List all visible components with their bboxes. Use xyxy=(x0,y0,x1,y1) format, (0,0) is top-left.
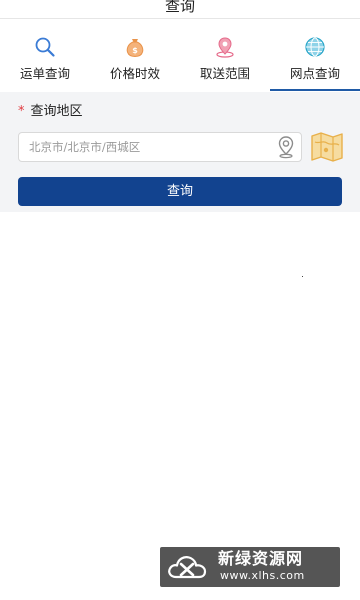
region-label-row: * 查询地区 xyxy=(18,102,83,122)
tab-label: 取送范围 xyxy=(199,66,250,81)
watermark-banner: 新绿资源网 www.xlhs.com xyxy=(160,547,340,587)
tab-label: 价格时效 xyxy=(109,66,160,81)
tab-label: 运单查询 xyxy=(19,66,70,81)
tab-pickup-range[interactable]: 取送范围 xyxy=(180,19,270,91)
tab-price-time[interactable]: $ 价格时效 xyxy=(90,19,180,91)
watermark-title: 新绿资源网 xyxy=(218,549,304,568)
watermark-url: www.xlhs.com xyxy=(220,569,305,582)
region-input[interactable] xyxy=(29,133,269,161)
query-form-panel: * 查询地区 查询 xyxy=(0,92,360,212)
required-mark: * xyxy=(18,104,25,119)
tab-label: 网点查询 xyxy=(289,66,340,81)
map-pin-icon xyxy=(216,37,234,58)
svg-text:$: $ xyxy=(132,46,138,55)
tab-outlet-query[interactable]: 网点查询 xyxy=(270,19,360,91)
top-nav-bar: 查询 xyxy=(0,0,360,19)
money-bag-icon: $ xyxy=(126,39,144,58)
folded-map-icon[interactable] xyxy=(310,130,344,164)
tab-waybill-query[interactable]: 运单查询 xyxy=(0,19,90,91)
stray-speck xyxy=(302,276,303,277)
query-button[interactable]: 查询 xyxy=(18,177,342,206)
location-pin-icon[interactable] xyxy=(275,135,297,159)
cloud-logo-icon xyxy=(168,556,207,579)
tab-bar: 运单查询 $ 价格时效 取送范围 网点查询 xyxy=(0,19,360,91)
region-input-wrapper[interactable] xyxy=(18,132,302,162)
page-title: 查询 xyxy=(164,0,195,15)
region-label: 查询地区 xyxy=(30,104,83,119)
globe-icon xyxy=(305,37,325,57)
search-icon xyxy=(35,37,55,57)
